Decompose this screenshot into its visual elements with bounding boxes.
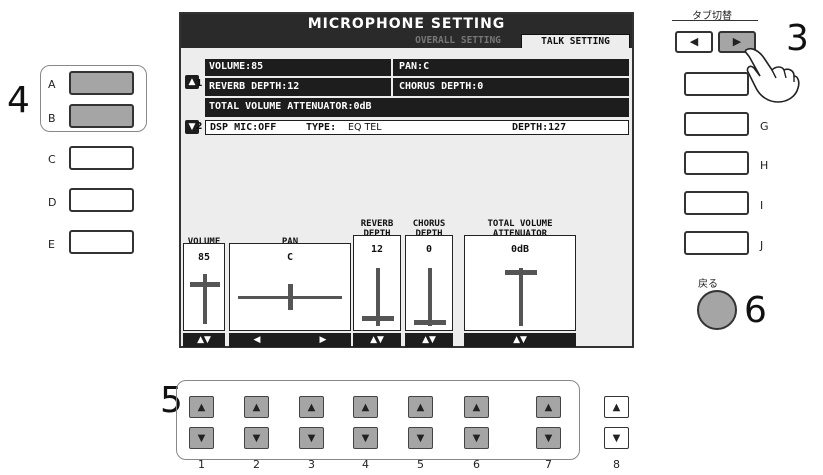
attenuator-control-label-1: TOTAL VOLUME	[487, 219, 553, 229]
page-label-2: 2	[253, 458, 260, 471]
depth-value: DEPTH:127	[512, 122, 567, 133]
reverb-slider-handle[interactable]	[362, 316, 394, 321]
pan-leftright-bar[interactable]: ◀ ▶	[229, 333, 351, 347]
page-label-4: 4	[362, 458, 369, 471]
talk-setting-row-1[interactable]: VOLUME:85 PAN:C REVERB DEPTH:12 CHORUS D…	[205, 59, 629, 117]
chorus-control-label-1: CHORUS	[412, 219, 446, 229]
attenuator-value: TOTAL VOLUME ATTENUATOR:0dB	[209, 101, 372, 112]
page-3-up-button[interactable]: ▲	[299, 396, 324, 418]
chorus-updown-bar[interactable]: ▲▼	[405, 333, 453, 347]
pan-control-value: C	[286, 252, 294, 263]
chorus-slider-track	[428, 268, 432, 326]
button-letter-g: G	[760, 120, 769, 133]
page-1-up-button[interactable]: ▲	[189, 396, 214, 418]
button-letter-d: D	[48, 196, 57, 209]
chorus-depth-value: CHORUS DEPTH:0	[399, 81, 484, 92]
talk-setting-row-2[interactable]: DSP MIC:OFF TYPE: EQ TEL DEPTH:127	[205, 120, 629, 135]
volume-slider-handle[interactable]	[190, 282, 220, 287]
button-letter-a: A	[48, 78, 56, 91]
button-letter-h: H	[760, 159, 769, 172]
screen-title: MICROPHONE SETTING	[181, 14, 632, 34]
side-button-e[interactable]	[69, 230, 134, 254]
exit-label: 戻る	[698, 279, 718, 290]
attenuator-slider-track	[519, 268, 523, 326]
page-label-6: 6	[473, 458, 480, 471]
tab-switch-line	[672, 20, 758, 21]
page-7-down-button[interactable]: ▼	[536, 427, 561, 449]
reverb-depth-value: REVERB DEPTH:12	[209, 81, 300, 92]
volume-control-value: 85	[197, 252, 211, 263]
attenuator-slider-handle[interactable]	[505, 270, 537, 275]
chorus-depth-control[interactable]: 0	[405, 235, 453, 331]
lcd-screen: MICROPHONE SETTING OVERALL SETTING TALK …	[179, 12, 634, 348]
attenuator-control-value: 0dB	[510, 244, 530, 255]
volume-updown-bar[interactable]: ▲▼	[183, 333, 225, 347]
side-button-c[interactable]	[69, 146, 134, 170]
page-6-up-button[interactable]: ▲	[464, 396, 489, 418]
tab-talk-setting[interactable]: TALK SETTING	[521, 34, 630, 48]
chorus-control-value: 0	[425, 244, 433, 255]
reverb-depth-control[interactable]: 12	[353, 235, 401, 331]
tab-left-button[interactable]: ◀	[675, 31, 713, 53]
button-letter-b: B	[48, 112, 56, 125]
page-label-8: 8	[613, 458, 620, 471]
reverb-control-value: 12	[370, 244, 384, 255]
side-button-f[interactable]	[684, 72, 749, 96]
page-8-up-button[interactable]: ▲	[604, 396, 629, 418]
button-letter-c: C	[48, 153, 56, 166]
page-buttons-frame	[176, 380, 580, 460]
divider	[205, 76, 629, 78]
callout-6: 6	[744, 290, 767, 331]
attenuator-updown-bar[interactable]: ▲▼	[464, 333, 576, 347]
volume-value: VOLUME:85	[209, 61, 264, 72]
side-button-j[interactable]	[684, 231, 749, 255]
page-label-7: 7	[545, 458, 552, 471]
side-button-h[interactable]	[684, 151, 749, 175]
type-label: TYPE:	[306, 122, 337, 133]
page-6-down-button[interactable]: ▼	[464, 427, 489, 449]
reverb-control-label-1: REVERB	[360, 219, 394, 229]
page-1-down-button[interactable]: ▼	[189, 427, 214, 449]
row-number-2: 2	[195, 121, 203, 132]
pointing-hand-icon	[744, 47, 800, 103]
volume-control[interactable]: 85	[183, 243, 225, 331]
page-7-up-button[interactable]: ▲	[536, 396, 561, 418]
page-4-up-button[interactable]: ▲	[353, 396, 378, 418]
divider	[205, 96, 629, 98]
callout-4: 4	[7, 80, 30, 121]
button-letter-i: I	[760, 199, 764, 212]
page-5-up-button[interactable]: ▲	[408, 396, 433, 418]
page-2-down-button[interactable]: ▼	[244, 427, 269, 449]
page-label-5: 5	[417, 458, 424, 471]
exit-button[interactable]	[697, 290, 737, 330]
page-8-down-button[interactable]: ▼	[604, 427, 629, 449]
dsp-mic-value: DSP MIC:OFF	[210, 122, 277, 133]
side-button-b[interactable]	[69, 104, 134, 128]
attenuator-control[interactable]: 0dB	[464, 235, 576, 331]
tab-overall-setting[interactable]: OVERALL SETTING	[395, 34, 521, 48]
page-3-down-button[interactable]: ▼	[299, 427, 324, 449]
page-2-up-button[interactable]: ▲	[244, 396, 269, 418]
type-value: EQ TEL	[348, 122, 382, 133]
page-label-3: 3	[308, 458, 315, 471]
button-letter-e: E	[48, 238, 55, 251]
chorus-slider-handle[interactable]	[414, 320, 446, 325]
pan-value: PAN:C	[399, 61, 430, 72]
divider	[391, 59, 393, 97]
pan-control[interactable]: C	[229, 243, 351, 331]
button-letter-j: J	[760, 239, 764, 252]
row-number-1: 1	[195, 78, 203, 89]
side-button-a[interactable]	[69, 71, 134, 95]
page-label-1: 1	[198, 458, 205, 471]
reverb-updown-bar[interactable]: ▲▼	[353, 333, 401, 347]
page-4-down-button[interactable]: ▼	[353, 427, 378, 449]
side-button-d[interactable]	[69, 188, 134, 212]
side-button-g[interactable]	[684, 112, 749, 136]
page-5-down-button[interactable]: ▼	[408, 427, 433, 449]
pan-slider-handle[interactable]	[288, 284, 293, 310]
side-button-i[interactable]	[684, 191, 749, 215]
